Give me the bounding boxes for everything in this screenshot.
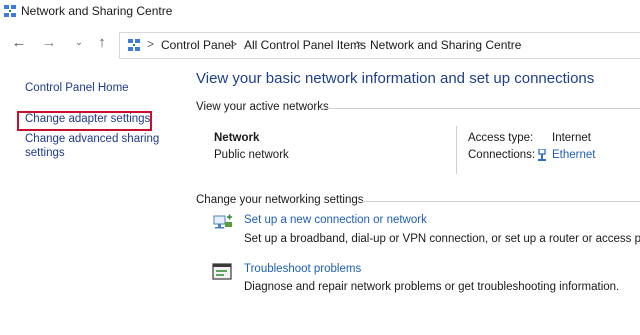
- breadcrumb-separator-icon: >: [356, 37, 364, 51]
- address-bar[interactable]: > Control Panel > All Control Panel Item…: [119, 32, 640, 59]
- troubleshoot-icon: [212, 263, 232, 280]
- ethernet-icon: [538, 149, 546, 161]
- breadcrumb-network-centre[interactable]: Network and Sharing Centre: [370, 38, 521, 52]
- access-type-value: Internet: [552, 132, 591, 144]
- ethernet-connection-link[interactable]: Ethernet: [552, 149, 595, 161]
- troubleshoot-problems-link[interactable]: Troubleshoot problems: [244, 263, 361, 275]
- page-title: View your basic network information and …: [196, 70, 595, 87]
- connections-label: Connections:: [468, 149, 536, 161]
- sidebar-change-advanced-sharing-cont[interactable]: settings: [25, 147, 65, 159]
- setup-connection-link[interactable]: Set up a new connection or network: [244, 214, 427, 226]
- sidebar-control-panel-home[interactable]: Control Panel Home: [25, 82, 129, 94]
- breadcrumb-separator-icon: >: [147, 37, 155, 51]
- active-networks-label: View your active networks: [196, 101, 329, 113]
- window-title: Network and Sharing Centre: [21, 4, 173, 18]
- network-centre-icon: [4, 5, 16, 17]
- setup-connection-description: Set up a broadband, dial-up or VPN conne…: [244, 233, 640, 245]
- sidebar-change-adapter-settings[interactable]: Change adapter settings: [25, 113, 150, 125]
- breadcrumb-separator-icon: >: [230, 37, 238, 51]
- up-arrow-icon[interactable]: ↑: [93, 34, 111, 52]
- network-type: Public network: [214, 149, 289, 161]
- network-setup-icon: [213, 214, 232, 229]
- breadcrumb-control-panel[interactable]: Control Panel: [161, 38, 234, 52]
- network-name: Network: [214, 132, 260, 144]
- divider: [320, 108, 640, 109]
- forward-arrow-icon[interactable]: →: [40, 34, 58, 52]
- back-arrow-icon[interactable]: ←: [10, 34, 28, 52]
- breadcrumb-all-items[interactable]: All Control Panel Items: [244, 38, 366, 52]
- sidebar-change-advanced-sharing[interactable]: Change advanced sharing: [25, 133, 159, 145]
- divider: [362, 201, 640, 202]
- troubleshoot-description: Diagnose and repair network problems or …: [244, 281, 620, 293]
- change-settings-label: Change your networking settings: [196, 194, 364, 206]
- access-type-label: Access type:: [468, 132, 534, 144]
- divider: [456, 126, 457, 174]
- network-centre-icon: [128, 39, 140, 51]
- recent-locations-chevron-icon[interactable]: ⌄: [70, 34, 88, 52]
- title-bar: Network and Sharing Centre: [0, 0, 640, 24]
